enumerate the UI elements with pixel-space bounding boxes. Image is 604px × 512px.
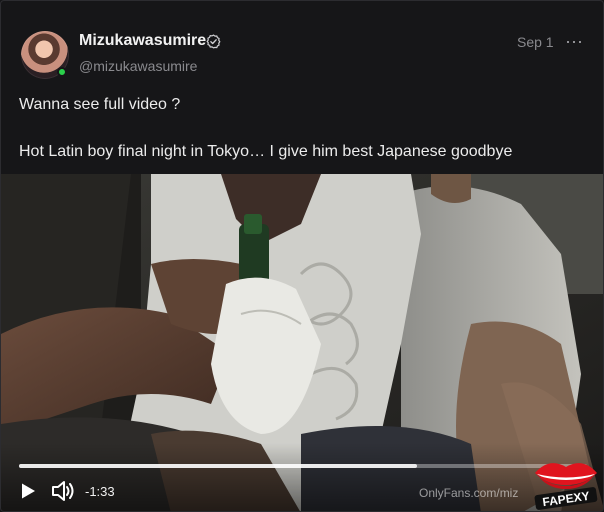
verified-check-icon	[206, 34, 221, 49]
online-status-dot	[57, 67, 67, 77]
post-card: Mizukawasumire @mizukawasumire Sep 1 ⋯ W…	[0, 0, 604, 512]
controls-overlay	[1, 443, 603, 511]
video-progress-fill	[19, 464, 417, 468]
more-horizontal-icon[interactable]: ⋯	[565, 32, 584, 53]
author-name[interactable]: Mizukawasumire	[79, 32, 206, 50]
video-player[interactable]: -1:33 OnlyFans.com/miz FAPEXY	[1, 174, 603, 511]
fapexy-logo-text: FAPEXY	[542, 489, 591, 509]
post-header: Mizukawasumire @mizukawasumire Sep 1 ⋯	[1, 1, 603, 91]
video-time-remaining: -1:33	[85, 484, 115, 499]
post-text-line1: Wanna see full video ?	[19, 96, 181, 113]
video-watermark: OnlyFans.com/miz	[419, 486, 519, 500]
post-text-line2: Hot Latin boy final night in Tokyo… I gi…	[19, 143, 513, 160]
play-icon[interactable]	[19, 482, 37, 500]
author-handle[interactable]: @mizukawasumire	[79, 58, 197, 74]
volume-icon[interactable]	[51, 480, 75, 502]
post-date[interactable]: Sep 1	[517, 34, 554, 50]
video-progress-bar[interactable]	[19, 464, 587, 468]
fapexy-lips-logo: FAPEXY	[534, 463, 598, 510]
